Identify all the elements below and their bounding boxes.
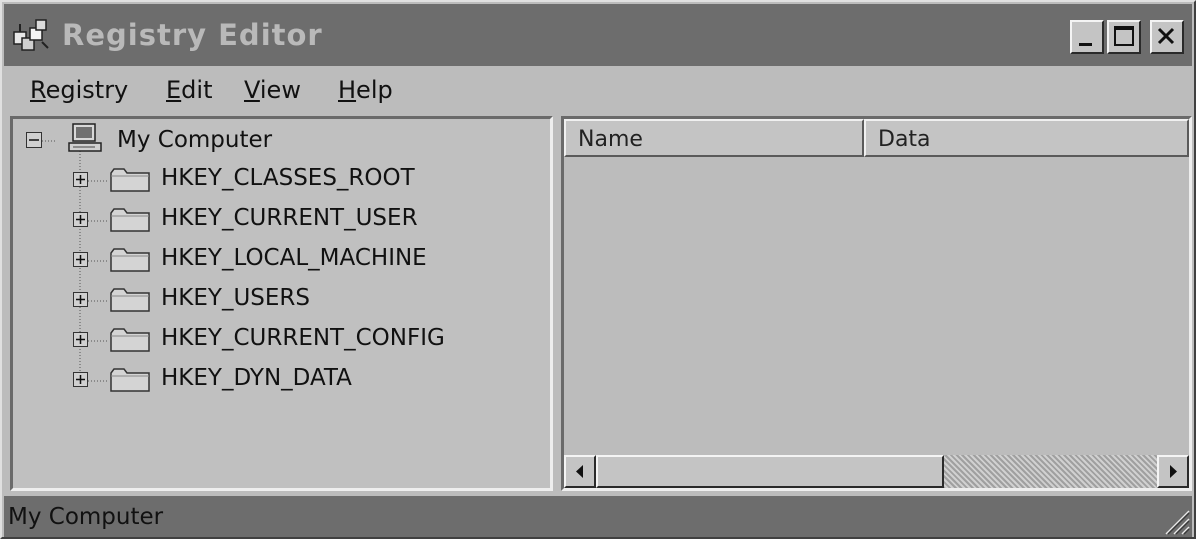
- expand-icon[interactable]: [73, 212, 88, 227]
- menu-accel: E: [166, 76, 182, 104]
- minimize-icon: [1079, 43, 1092, 46]
- folder-icon: [110, 288, 150, 312]
- scrollbar-thumb[interactable]: [596, 455, 944, 488]
- folder-icon: [110, 248, 150, 272]
- scroll-right-button[interactable]: [1157, 455, 1189, 488]
- value-list-pane[interactable]: Name Data: [561, 116, 1192, 491]
- arrow-left-icon: [576, 465, 583, 478]
- tree-item-hkey-users[interactable]: HKEY_USERS: [73, 285, 543, 317]
- column-header-data[interactable]: Data: [864, 119, 1189, 157]
- menu-registry[interactable]: Registry: [30, 76, 128, 104]
- horizontal-scrollbar[interactable]: [564, 455, 1189, 488]
- tree-item-hkey-local-machine[interactable]: HKEY_LOCAL_MACHINE: [73, 245, 543, 277]
- expand-icon[interactable]: [73, 252, 88, 267]
- menu-label: egistry: [45, 76, 129, 104]
- menu-label: elp: [356, 76, 393, 104]
- menu-view[interactable]: View: [244, 76, 301, 104]
- close-icon: [1157, 27, 1175, 45]
- status-text: My Computer: [8, 504, 164, 530]
- title-bar[interactable]: Registry Editor: [4, 4, 1192, 66]
- menu-help[interactable]: Help: [338, 76, 393, 104]
- menu-accel: H: [338, 76, 357, 104]
- folder-icon: [110, 368, 150, 392]
- menu-accel: R: [30, 76, 46, 104]
- window-title: Registry Editor: [62, 18, 323, 52]
- menu-edit[interactable]: Edit: [166, 76, 212, 104]
- tree-item-label: HKEY_CURRENT_USER: [161, 205, 418, 231]
- folder-icon: [110, 208, 150, 232]
- tree-item-label: HKEY_USERS: [161, 285, 311, 311]
- expand-icon[interactable]: [73, 292, 88, 307]
- tree-item-hkey-current-config[interactable]: HKEY_CURRENT_CONFIG: [73, 325, 543, 357]
- tree-item-hkey-classes-root[interactable]: HKEY_CLASSES_ROOT: [73, 165, 543, 197]
- computer-icon: [68, 123, 102, 152]
- expand-icon[interactable]: [73, 372, 88, 387]
- maximize-button[interactable]: [1107, 20, 1141, 54]
- tree-item-label: HKEY_CLASSES_ROOT: [161, 165, 415, 191]
- pane-splitter[interactable]: [553, 116, 561, 491]
- menu-label: dit: [181, 76, 213, 104]
- tree-item-label: HKEY_DYN_DATA: [161, 365, 352, 391]
- tree-item-hkey-dyn-data[interactable]: HKEY_DYN_DATA: [73, 365, 543, 397]
- tree-item-label: HKEY_LOCAL_MACHINE: [161, 245, 427, 271]
- registry-editor-icon: [13, 19, 49, 51]
- tree-item-label: HKEY_CURRENT_CONFIG: [161, 325, 445, 351]
- status-bar: My Computer: [4, 496, 1192, 537]
- resize-grip-icon[interactable]: [1156, 501, 1190, 535]
- scroll-left-button[interactable]: [564, 455, 596, 488]
- menu-label: iew: [259, 76, 301, 104]
- expand-icon[interactable]: [73, 332, 88, 347]
- maximize-icon: [1114, 26, 1134, 46]
- registry-editor-window: Registry Editor Registry Edit View Help: [0, 0, 1196, 539]
- close-button[interactable]: [1150, 20, 1184, 54]
- folder-icon: [110, 168, 150, 192]
- expand-icon[interactable]: [73, 172, 88, 187]
- tree-root-label[interactable]: My Computer: [117, 127, 272, 153]
- column-header-name[interactable]: Name: [564, 119, 864, 157]
- minimize-button[interactable]: [1070, 20, 1104, 54]
- menu-accel: V: [244, 76, 260, 104]
- arrow-right-icon: [1170, 465, 1177, 478]
- menu-bar: Registry Edit View Help: [4, 68, 1192, 114]
- tree-item-hkey-current-user[interactable]: HKEY_CURRENT_USER: [73, 205, 543, 237]
- collapse-icon[interactable]: [26, 132, 43, 149]
- key-tree-pane[interactable]: My Computer HKEY_CLASSES_ROOT HKEY_CURRE…: [10, 116, 553, 491]
- folder-icon: [110, 328, 150, 352]
